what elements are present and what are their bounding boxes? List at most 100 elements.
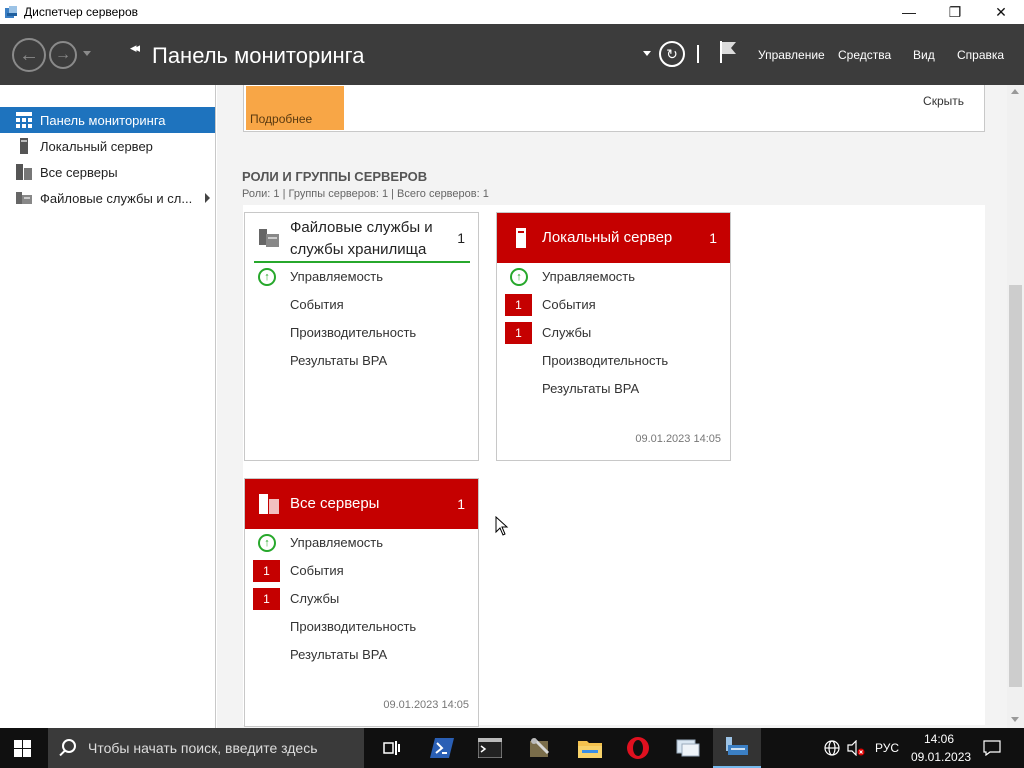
row-label: Управляемость — [542, 269, 636, 284]
hide-link[interactable]: Скрыть — [923, 94, 964, 108]
forward-button[interactable]: → — [49, 41, 77, 69]
tile-row-manageability[interactable]: ↑ Управляемость — [497, 266, 730, 288]
tile-row-bpa[interactable]: Результаты BPA — [497, 378, 730, 400]
back-button[interactable]: ← — [12, 38, 46, 72]
tile-timestamp: 09.01.2023 14:05 — [635, 433, 721, 445]
tile-row-events[interactable]: 1 События — [497, 294, 730, 316]
refresh-icon: ↻ — [666, 45, 678, 62]
taskbar: Чтобы начать поиск, введите здесь РУС 14… — [0, 728, 1024, 768]
vertical-scrollbar[interactable] — [1007, 85, 1024, 728]
row-label: Управляемость — [290, 535, 384, 550]
tile-row-bpa[interactable]: Результаты BPA — [245, 644, 478, 666]
tile-row-services[interactable]: 1 Службы — [497, 322, 730, 344]
close-button[interactable]: ✕ — [978, 0, 1024, 24]
cmd-icon[interactable] — [466, 728, 514, 768]
row-label: События — [290, 297, 344, 312]
tile-row-events[interactable]: События — [245, 294, 478, 316]
sidebar-item-label: Локальный сервер — [40, 138, 153, 154]
tile-title: Все серверы — [290, 495, 380, 512]
tile-header[interactable]: Файловые службы и службы хранилища 1 — [245, 213, 478, 263]
server-icon — [510, 227, 532, 249]
window-titlebar: Диспетчер серверов — ❐ ✕ — [0, 0, 1024, 24]
sidebar-item-file-services[interactable]: Файловые службы и сл... — [0, 185, 215, 211]
row-label: Производительность — [290, 619, 417, 634]
ok-arrow-icon: ↑ — [510, 268, 528, 286]
notification-center-icon[interactable] — [983, 740, 1001, 761]
tile-all-servers: Все серверы 1 ↑ Управляемость 1 События … — [244, 478, 479, 727]
volume-muted-icon[interactable] — [847, 739, 865, 761]
tile-row-manageability[interactable]: ↑ Управляемость — [245, 266, 478, 288]
sidebar-item-label: Файловые службы и сл... — [40, 190, 193, 206]
tile-title-line2: службы хранилища — [290, 241, 427, 258]
servers-icon — [258, 493, 280, 515]
menu-help[interactable]: Справка — [957, 48, 1004, 62]
tile-timestamp: 09.01.2023 14:05 — [383, 699, 469, 711]
sidebar-item-all-servers[interactable]: Все серверы — [0, 159, 215, 185]
language-indicator[interactable]: РУС — [875, 741, 899, 755]
tile-header[interactable]: Все серверы 1 — [245, 479, 478, 529]
sidebar-item-local-server[interactable]: Локальный сервер — [0, 133, 215, 159]
breadcrumb-dropdown-icon[interactable] — [643, 51, 651, 56]
notifications-flag-icon[interactable] — [718, 40, 738, 64]
mouse-cursor-icon — [495, 515, 509, 536]
breadcrumb-arrows-icon[interactable]: ◂◂ — [130, 40, 140, 56]
page-title: Панель мониторинга — [152, 43, 365, 68]
scrollbar-thumb[interactable] — [1009, 285, 1022, 687]
search-placeholder: Чтобы начать поиск, введите здесь — [88, 740, 318, 756]
row-label: Управляемость — [290, 269, 384, 284]
sidebar-item-dashboard[interactable]: Панель мониторинга — [0, 107, 215, 133]
server-icon — [16, 138, 32, 154]
tile-row-events[interactable]: 1 События — [245, 560, 478, 582]
tools-icon[interactable] — [516, 728, 564, 768]
scroll-up-icon[interactable] — [1011, 89, 1019, 94]
expand-arrow-icon[interactable] — [205, 193, 210, 203]
tile-title: Локальный сервер — [542, 229, 673, 246]
row-label: Результаты BPA — [290, 353, 388, 368]
task-view-icon[interactable] — [368, 728, 416, 768]
clock-date[interactable]: 09.01.2023 — [911, 750, 971, 764]
arrow-right-icon: → — [55, 46, 71, 63]
row-label: Производительность — [542, 353, 669, 368]
clock-time[interactable]: 14:06 — [924, 732, 954, 746]
server-manager-icon[interactable] — [713, 728, 761, 768]
remote-desktop-icon[interactable] — [664, 728, 712, 768]
explorer-icon[interactable] — [566, 728, 614, 768]
ok-arrow-icon: ↑ — [258, 268, 276, 286]
arrow-left-icon: ← — [19, 43, 39, 66]
servers-icon — [16, 164, 32, 180]
header-separator — [697, 45, 699, 63]
file-services-icon — [258, 227, 280, 249]
history-dropdown-icon[interactable] — [83, 51, 91, 56]
refresh-button[interactable]: ↻ — [659, 41, 685, 67]
scroll-down-icon[interactable] — [1011, 717, 1019, 722]
more-info-button[interactable]: Подробнее — [246, 86, 344, 130]
tile-row-manageability[interactable]: ↑ Управляемость — [245, 532, 478, 554]
menu-manage[interactable]: Управление — [758, 48, 825, 62]
file-services-icon — [16, 190, 32, 206]
tile-row-performance[interactable]: Производительность — [245, 322, 478, 344]
tile-row-bpa[interactable]: Результаты BPA — [245, 350, 478, 372]
menu-tools[interactable]: Средства — [838, 48, 891, 62]
alert-count-badge: 1 — [505, 294, 532, 316]
network-icon[interactable] — [824, 740, 840, 761]
restore-button[interactable]: ❐ — [932, 0, 978, 24]
tile-count: 1 — [457, 496, 465, 512]
tile-row-performance[interactable]: Производительность — [245, 616, 478, 638]
row-label: Результаты BPA — [542, 381, 640, 396]
status-ok-bar — [254, 261, 470, 263]
tile-row-services[interactable]: 1 Службы — [245, 588, 478, 610]
roles-section-summary: Роли: 1 | Группы серверов: 1 | Всего сер… — [242, 188, 489, 200]
opera-icon[interactable] — [614, 728, 662, 768]
tile-row-performance[interactable]: Производительность — [497, 350, 730, 372]
tile-header[interactable]: Локальный сервер 1 — [497, 213, 730, 263]
tile-title-line1: Файловые службы и — [290, 219, 433, 236]
tile-count: 1 — [709, 230, 717, 246]
taskbar-search[interactable]: Чтобы начать поиск, введите здесь — [48, 728, 364, 768]
menu-view[interactable]: Вид — [913, 48, 935, 62]
alert-count-badge: 1 — [505, 322, 532, 344]
window-title: Диспетчер серверов — [24, 5, 139, 19]
more-info-label: Подробнее — [250, 112, 313, 126]
start-button[interactable] — [14, 740, 32, 757]
powershell-icon[interactable] — [418, 728, 466, 768]
minimize-button[interactable]: — — [886, 0, 932, 24]
